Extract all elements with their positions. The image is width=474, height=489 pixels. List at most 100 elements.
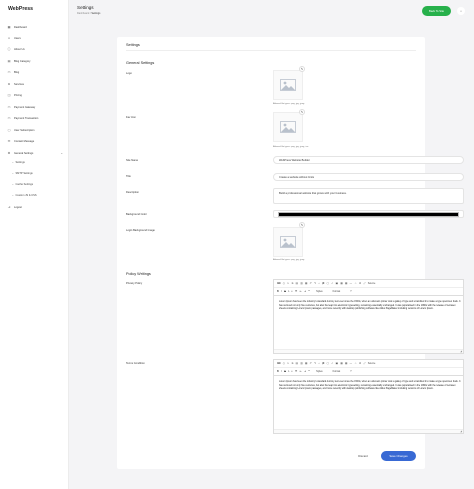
avatar[interactable]: ⌂ bbox=[457, 7, 465, 15]
sidebar-item-general-settings[interactable]: ⚙ General Settings ⌄ bbox=[7, 150, 63, 156]
privacy-policy-text[interactable]: Lorem Ipsum has been the industry's stan… bbox=[279, 301, 461, 312]
sidebar-item-logout[interactable]: ⇥ Logout bbox=[7, 204, 63, 210]
paste-text-icon[interactable]: ▥ bbox=[300, 362, 302, 365]
source-label[interactable]: Source bbox=[368, 362, 376, 365]
spellcheck-icon[interactable]: ✓ bbox=[331, 362, 333, 365]
sidebar-subitem-custom-js-css[interactable]: – Custom JS & CSS bbox=[12, 192, 68, 198]
terms-condition-editor[interactable]: ⌨ ⎙ ✂ ⧉ ▤ ▥ ▦ ↶ ↷ ⌕ ⇄ ▢ ✓ ▣ ▦ ▦ ― ☺ Ω ⤢ Source B I S I̶ … bbox=[273, 359, 464, 434]
numbered-list-icon[interactable]: ≡ bbox=[291, 370, 292, 373]
description-textarea[interactable]: Build a professional website that grows … bbox=[273, 188, 464, 204]
italic-icon[interactable]: I bbox=[281, 290, 282, 293]
paste-icon[interactable]: ▤ bbox=[296, 362, 298, 365]
sidebar-subitem-smtp-settings[interactable]: – SMTP Settings bbox=[12, 170, 68, 176]
clear-format-icon[interactable]: I̶ bbox=[288, 290, 289, 293]
help-icon[interactable]: ? bbox=[350, 290, 351, 293]
sidebar-item-blog[interactable]: ▭ Blog bbox=[7, 69, 63, 75]
breadcrumb-root[interactable]: Dashboard bbox=[77, 12, 89, 15]
back-to-site-button[interactable]: Back To Site bbox=[422, 6, 451, 16]
sidebar-item-pricing[interactable]: ◫ Pricing bbox=[7, 92, 63, 98]
paste-word-icon[interactable]: ▦ bbox=[305, 362, 307, 365]
help-icon[interactable]: ? bbox=[350, 370, 351, 373]
site-name-input[interactable]: WebPress Website Builder bbox=[273, 156, 464, 164]
select-all-icon[interactable]: ▢ bbox=[327, 282, 329, 285]
flash-icon[interactable]: ▦ bbox=[340, 362, 342, 365]
blockquote-icon[interactable]: ❝ bbox=[308, 370, 309, 373]
format-dropdown[interactable]: Format bbox=[333, 290, 341, 293]
smiley-icon[interactable]: ☺ bbox=[354, 362, 356, 365]
blockquote-icon[interactable]: ❝ bbox=[308, 290, 309, 293]
resize-handle-icon[interactable]: ◢ bbox=[460, 430, 462, 433]
title-input[interactable]: Create a website without limits bbox=[273, 173, 464, 181]
undo-icon[interactable]: ↶ bbox=[310, 362, 312, 365]
paste-word-icon[interactable]: ▦ bbox=[305, 282, 307, 285]
sidebar-item-contact-message[interactable]: ✉ Contact Message bbox=[7, 138, 63, 144]
outdent-icon[interactable]: ⇤ bbox=[300, 370, 302, 373]
pencil-icon[interactable]: ✎ bbox=[299, 222, 305, 228]
bullet-list-icon[interactable]: ☰ bbox=[295, 370, 297, 373]
image-icon[interactable]: ▣ bbox=[336, 282, 338, 285]
sidebar-item-dashboard[interactable]: ▦ Dashboard bbox=[7, 24, 63, 30]
terms-condition-text[interactable]: Lorem Ipsum has been the industry's stan… bbox=[279, 381, 461, 392]
bold-icon[interactable]: B bbox=[277, 290, 279, 293]
styles-dropdown[interactable]: Styles bbox=[316, 290, 323, 293]
source-button[interactable]: ⌨ bbox=[277, 282, 280, 285]
outdent-icon[interactable]: ⇤ bbox=[300, 290, 302, 293]
hr-icon[interactable]: ― bbox=[350, 282, 352, 285]
numbered-list-icon[interactable]: ≡ bbox=[291, 290, 292, 293]
paste-icon[interactable]: ▤ bbox=[296, 282, 298, 285]
sidebar-item-payment-transaction[interactable]: ▭ Payment Transaction bbox=[7, 115, 63, 121]
table-icon[interactable]: ▦ bbox=[345, 362, 347, 365]
copy-icon[interactable]: ⧉ bbox=[292, 282, 294, 285]
image-icon[interactable]: ▣ bbox=[336, 362, 338, 365]
select-all-icon[interactable]: ▢ bbox=[327, 362, 329, 365]
cut-icon[interactable]: ✂ bbox=[287, 282, 289, 285]
sidebar-subitem-settings[interactable]: – Settings bbox=[12, 159, 68, 165]
sidebar-item-users[interactable]: ☺ Users bbox=[7, 35, 63, 41]
sidebar-item-user-subscription[interactable]: ▢ User Subscription bbox=[7, 127, 63, 133]
flash-icon[interactable]: ▦ bbox=[340, 282, 342, 285]
background-color-swatch[interactable] bbox=[278, 212, 459, 217]
redo-icon[interactable]: ↷ bbox=[314, 362, 316, 365]
clear-format-icon[interactable]: I̶ bbox=[288, 370, 289, 373]
find-icon[interactable]: ⌕ bbox=[318, 282, 319, 285]
privacy-policy-editor[interactable]: ⌨ ⎙ ✂ ⧉ ▤ ▥ ▦ ↶ ↷ ⌕ ⇄ ▢ ✓ ▣ ▦ ▦ ― ☺ Ω ⤢ Source B I S I̶ … bbox=[273, 279, 464, 354]
special-char-icon[interactable]: Ω bbox=[359, 362, 361, 365]
italic-icon[interactable]: I bbox=[281, 370, 282, 373]
format-dropdown[interactable]: Format bbox=[333, 370, 341, 373]
save-changes-button[interactable]: Save Changes bbox=[381, 451, 416, 461]
table-icon[interactable]: ▦ bbox=[345, 282, 347, 285]
bullet-list-icon[interactable]: ☰ bbox=[295, 290, 297, 293]
strike-icon[interactable]: S bbox=[284, 290, 286, 293]
indent-icon[interactable]: ⇥ bbox=[304, 290, 306, 293]
preview-icon[interactable]: ⎙ bbox=[283, 362, 285, 365]
source-label[interactable]: Source bbox=[368, 282, 376, 285]
preview-icon[interactable]: ⎙ bbox=[283, 282, 285, 285]
styles-dropdown[interactable]: Styles bbox=[316, 370, 323, 373]
discard-button[interactable]: Discard bbox=[353, 452, 373, 460]
sidebar-item-services[interactable]: ⧉ Services bbox=[7, 81, 63, 87]
bold-icon[interactable]: B bbox=[277, 370, 279, 373]
find-icon[interactable]: ⌕ bbox=[318, 362, 319, 365]
hr-icon[interactable]: ― bbox=[350, 362, 352, 365]
replace-icon[interactable]: ⇄ bbox=[322, 282, 324, 285]
paste-text-icon[interactable]: ▥ bbox=[300, 282, 302, 285]
sidebar-item-about-us[interactable]: ⓘ About Us bbox=[7, 46, 63, 52]
source-button[interactable]: ⌨ bbox=[277, 362, 280, 365]
undo-icon[interactable]: ↶ bbox=[310, 282, 312, 285]
resize-handle-icon[interactable]: ◢ bbox=[460, 350, 462, 353]
smiley-icon[interactable]: ☺ bbox=[354, 282, 356, 285]
strike-icon[interactable]: S bbox=[284, 370, 286, 373]
replace-icon[interactable]: ⇄ bbox=[322, 362, 324, 365]
pencil-icon[interactable]: ✎ bbox=[299, 109, 305, 115]
sidebar-item-blog-category[interactable]: ▤ Blog Category bbox=[7, 58, 63, 64]
indent-icon[interactable]: ⇥ bbox=[304, 370, 306, 373]
pencil-icon[interactable]: ✎ bbox=[299, 66, 305, 72]
maximize-icon[interactable]: ⤢ bbox=[363, 282, 365, 285]
redo-icon[interactable]: ↷ bbox=[314, 282, 316, 285]
spellcheck-icon[interactable]: ✓ bbox=[331, 282, 333, 285]
sidebar-subitem-cache-settings[interactable]: – Cache Settings bbox=[12, 181, 68, 187]
sidebar-item-payment-gateway[interactable]: ▭ Payment Gateway bbox=[7, 104, 63, 110]
maximize-icon[interactable]: ⤢ bbox=[363, 362, 365, 365]
special-char-icon[interactable]: Ω bbox=[359, 282, 361, 285]
cut-icon[interactable]: ✂ bbox=[287, 362, 289, 365]
